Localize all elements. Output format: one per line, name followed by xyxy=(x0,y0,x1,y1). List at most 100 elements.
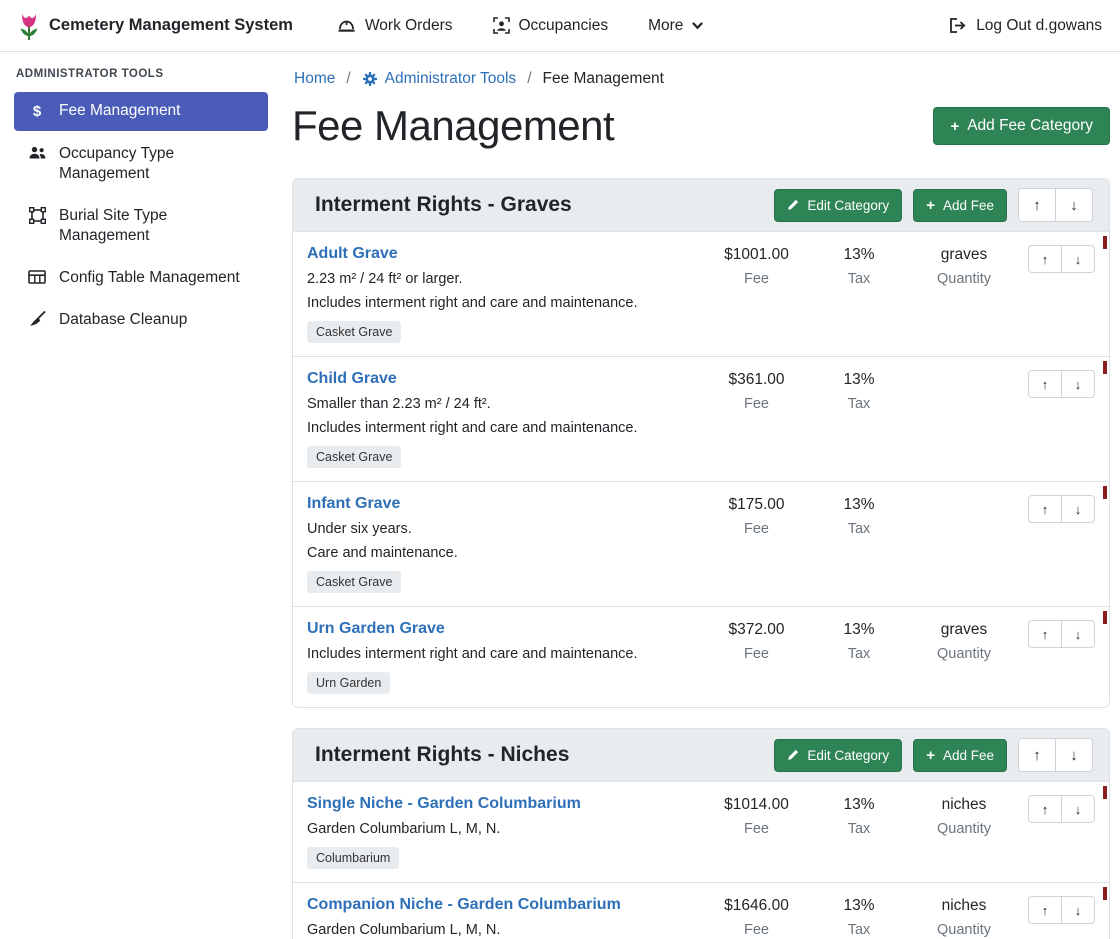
fee-reorder-group: ↑ ↓ xyxy=(1028,620,1095,648)
fee-name-link[interactable]: Child Grave xyxy=(307,370,397,388)
edit-category-label: Edit Category xyxy=(807,198,889,213)
sidebar-item-database-cleanup[interactable]: Database Cleanup xyxy=(14,301,268,339)
sidebar-item-fee-management[interactable]: $ Fee Management xyxy=(14,92,268,131)
fee-description: Includes interment right and care and ma… xyxy=(307,646,704,662)
tax-label: Tax xyxy=(809,922,909,938)
fee-amount: $1001.00 xyxy=(704,246,809,264)
fee-name-link[interactable]: Infant Grave xyxy=(307,495,400,513)
add-fee-button[interactable]: + Add Fee xyxy=(913,189,1007,222)
fee-amount: $1014.00 xyxy=(704,796,809,814)
fee-amount-col: $372.00 Fee xyxy=(704,620,809,662)
vector-square-icon xyxy=(26,207,48,224)
app-brand[interactable]: Cemetery Management System xyxy=(18,11,293,41)
fee-row: Child Grave Smaller than 2.23 m² / 24 ft… xyxy=(293,357,1109,482)
sidebar-item-config-table-management[interactable]: Config Table Management xyxy=(14,259,268,297)
fee-description: Garden Columbarium L, M, N. xyxy=(307,922,704,938)
arrow-up-icon: ↑ xyxy=(1042,627,1049,642)
move-fee-up-button[interactable]: ↑ xyxy=(1028,495,1062,523)
table-icon xyxy=(26,269,48,285)
fee-amount-col: $361.00 Fee xyxy=(704,370,809,412)
fee-amount-label: Fee xyxy=(704,271,809,287)
fee-name-link[interactable]: Single Niche - Garden Columbarium xyxy=(307,795,581,813)
fee-info: Companion Niche - Garden Columbarium Gar… xyxy=(307,896,704,939)
sidebar-item-occupancy-type-management[interactable]: Occupancy Type Management xyxy=(14,135,268,193)
fee-description: 2.23 m² / 24 ft² or larger. xyxy=(307,271,704,287)
fee-info: Adult Grave 2.23 m² / 24 ft² or larger. … xyxy=(307,245,704,343)
arrow-down-icon: ↓ xyxy=(1075,802,1082,817)
sidebar-item-burial-site-type-management[interactable]: Burial Site Type Management xyxy=(14,197,268,255)
broom-icon xyxy=(26,311,48,327)
fee-reorder-group: ↑ ↓ xyxy=(1028,795,1095,823)
tax-col: 13% Tax xyxy=(809,896,909,938)
nav-item-more[interactable]: More xyxy=(648,17,703,35)
tax-label: Tax xyxy=(809,271,909,287)
tulip-logo-icon xyxy=(18,11,40,41)
move-fee-down-button[interactable]: ↓ xyxy=(1061,795,1095,823)
move-fee-down-button[interactable]: ↓ xyxy=(1061,896,1095,924)
scroll-match-marker xyxy=(1103,361,1107,374)
fee-row: Companion Niche - Garden Columbarium Gar… xyxy=(293,883,1109,939)
fee-reorder-group: ↑ ↓ xyxy=(1028,370,1095,398)
move-fee-down-button[interactable]: ↓ xyxy=(1061,245,1095,273)
sidebar-heading: ADMINISTRATOR TOOLS xyxy=(16,68,268,80)
breadcrumb-home-link[interactable]: Home xyxy=(294,70,335,88)
arrow-down-icon: ↓ xyxy=(1075,903,1082,918)
edit-category-button[interactable]: Edit Category xyxy=(774,739,902,772)
fee-name-link[interactable]: Companion Niche - Garden Columbarium xyxy=(307,896,621,914)
move-fee-down-button[interactable]: ↓ xyxy=(1061,495,1095,523)
move-fee-down-button[interactable]: ↓ xyxy=(1061,370,1095,398)
move-fee-up-button[interactable]: ↑ xyxy=(1028,795,1062,823)
edit-category-button[interactable]: Edit Category xyxy=(774,189,902,222)
quantity-label: Quantity xyxy=(909,646,1019,662)
tax-col: 13% Tax xyxy=(809,620,909,662)
move-category-down-button[interactable]: ↓ xyxy=(1055,188,1093,222)
move-fee-up-button[interactable]: ↑ xyxy=(1028,620,1062,648)
fee-tag: Casket Grave xyxy=(307,321,401,343)
breadcrumb-current: Fee Management xyxy=(543,70,665,88)
fee-amount-col: $1001.00 Fee xyxy=(704,245,809,287)
nav-item-work-orders[interactable]: Work Orders xyxy=(337,17,453,35)
quantity-col xyxy=(909,370,1019,371)
arrow-up-icon: ↑ xyxy=(1033,747,1041,764)
add-fee-label: Add Fee xyxy=(943,748,994,763)
pencil-icon xyxy=(787,749,799,761)
tax-value: 13% xyxy=(809,371,909,389)
fee-info: Urn Garden Grave Includes interment righ… xyxy=(307,620,704,694)
tax-label: Tax xyxy=(809,396,909,412)
fee-amount-col: $1646.00 Fee xyxy=(704,896,809,938)
move-fee-up-button[interactable]: ↑ xyxy=(1028,245,1062,273)
add-fee-category-button[interactable]: + Add Fee Category xyxy=(933,107,1110,145)
quantity-col: graves Quantity xyxy=(909,620,1019,662)
fee-info: Single Niche - Garden Columbarium Garden… xyxy=(307,795,704,869)
logout-button[interactable]: Log Out d.gowans xyxy=(948,17,1102,35)
fee-info: Infant Grave Under six years. Care and m… xyxy=(307,495,704,593)
move-fee-up-button[interactable]: ↑ xyxy=(1028,896,1062,924)
fee-tag: Casket Grave xyxy=(307,446,401,468)
arrow-up-icon: ↑ xyxy=(1042,252,1049,267)
add-fee-button[interactable]: + Add Fee xyxy=(913,739,1007,772)
quantity-col: niches Quantity xyxy=(909,795,1019,837)
quantity-unit: niches xyxy=(909,897,1019,915)
page-title: Fee Management xyxy=(292,102,614,150)
breadcrumb: Home / Administrator Tools / Fee Manag xyxy=(294,70,1110,88)
category-reorder-group: ↑ ↓ xyxy=(1018,188,1093,222)
logout-label: Log Out d.gowans xyxy=(976,17,1102,35)
tax-value: 13% xyxy=(809,897,909,915)
fee-name-link[interactable]: Urn Garden Grave xyxy=(307,620,445,638)
move-fee-down-button[interactable]: ↓ xyxy=(1061,620,1095,648)
move-category-up-button[interactable]: ↑ xyxy=(1018,738,1056,772)
fee-amount-col: $175.00 Fee xyxy=(704,495,809,537)
nav-item-occupancies[interactable]: Occupancies xyxy=(493,17,609,35)
tax-label: Tax xyxy=(809,821,909,837)
fee-row: Infant Grave Under six years. Care and m… xyxy=(293,482,1109,607)
quantity-col: graves Quantity xyxy=(909,245,1019,287)
fee-description: Smaller than 2.23 m² / 24 ft². xyxy=(307,396,704,412)
scroll-match-marker xyxy=(1103,887,1107,900)
move-category-down-button[interactable]: ↓ xyxy=(1055,738,1093,772)
hard-hat-icon xyxy=(337,18,356,34)
fee-name-link[interactable]: Adult Grave xyxy=(307,245,398,263)
move-category-up-button[interactable]: ↑ xyxy=(1018,188,1056,222)
breadcrumb-admin-tools-link[interactable]: Administrator Tools xyxy=(385,70,517,88)
move-fee-up-button[interactable]: ↑ xyxy=(1028,370,1062,398)
fee-reorder-group: ↑ ↓ xyxy=(1028,245,1095,273)
